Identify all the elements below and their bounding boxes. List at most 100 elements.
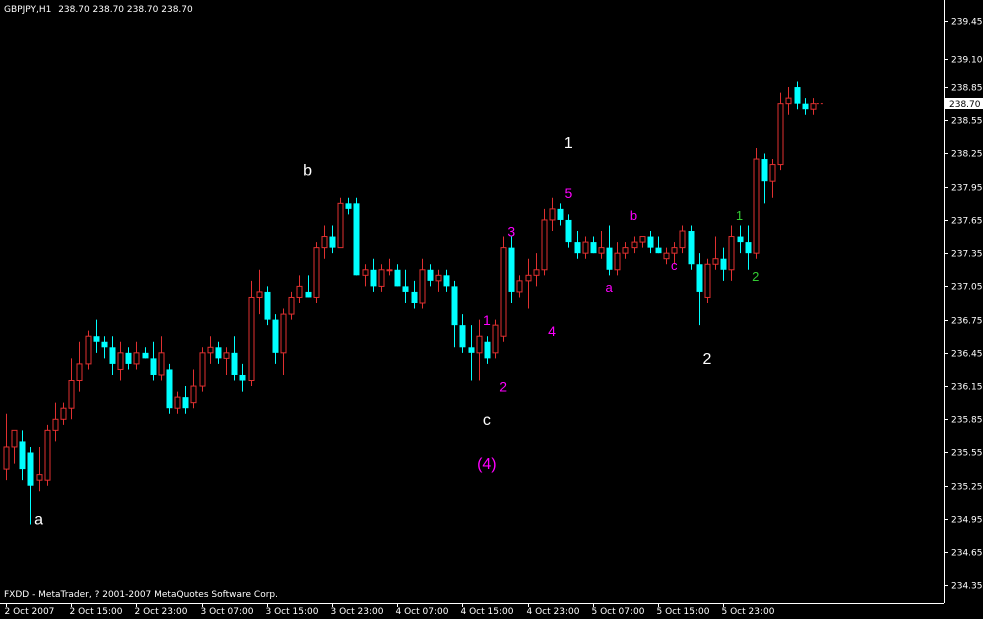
candle-body-bull — [810, 103, 817, 110]
price-tick-label: 238.85 — [951, 84, 983, 94]
candle-body-bull — [639, 236, 646, 243]
time-tick-label: 2 Oct 23:00 — [135, 607, 188, 617]
wave-label: 2 — [702, 351, 711, 368]
candle-body-bull — [492, 324, 499, 354]
candle-body-bear — [484, 341, 491, 359]
candle-body-bear — [590, 242, 597, 254]
candle-body-bull — [362, 269, 369, 276]
candle-body-bull — [3, 446, 10, 470]
candle-body-bull — [476, 335, 483, 354]
candle-body-bull — [728, 236, 735, 271]
candle-body-bull — [631, 241, 638, 249]
price-tick-label: 235.25 — [951, 483, 983, 493]
time-tick-label: 5 Oct 23:00 — [722, 607, 775, 617]
candle-body-bear — [737, 236, 744, 243]
candlestick-chart[interactable]: a b c (4) 1 2 1 2 3 4 5 a b c 1 2 239.45 239.10 238.85 238… — [0, 0, 983, 619]
price-tick-label: 234.35 — [951, 582, 983, 592]
wave-label: a — [605, 280, 613, 295]
candle-body-bull — [223, 352, 230, 359]
candle-body-bear — [394, 269, 401, 287]
candle-body-bear — [606, 247, 613, 270]
candle-body-bull — [533, 269, 540, 276]
price-tick-label: 235.85 — [951, 416, 983, 426]
candle-body-bear — [370, 269, 377, 287]
candle-body-bull — [769, 164, 776, 182]
wave-label: a — [34, 511, 43, 528]
candle — [313, 242, 320, 303]
candle-body-bear — [443, 275, 450, 287]
candle-body-bull — [117, 352, 124, 370]
time-tick-label: 3 Oct 07:00 — [201, 607, 254, 617]
price-tick-label: 237.35 — [951, 250, 983, 260]
price-tick-label: 237.65 — [951, 217, 983, 227]
candle-body-bull — [190, 385, 197, 404]
candle-body-bull — [256, 291, 263, 298]
candle-body-bear — [109, 347, 116, 364]
wave-label: b — [303, 163, 312, 180]
candle — [44, 424, 51, 486]
candle-body-bear — [329, 236, 336, 248]
candle-body-bear — [402, 286, 409, 292]
candle-body-bear — [305, 291, 312, 298]
wave-label: b — [630, 208, 637, 223]
candle-body-bull — [549, 208, 556, 221]
candle-body-bear — [557, 208, 564, 220]
time-tick-label: 2 Oct 2007 — [5, 607, 55, 617]
candle-body-bear — [411, 291, 418, 303]
candle-body-bull — [753, 158, 760, 254]
candle-body-bull — [337, 202, 344, 249]
candle-body-bear — [427, 269, 434, 281]
chart-header: GBPJPY,H1 238.70 238.70 238.70 238.70 — [4, 5, 193, 15]
candle-body-bull — [704, 263, 711, 298]
symbol-label: GBPJPY,H1 — [4, 5, 51, 15]
candle — [353, 197, 360, 276]
candle-body-bull — [296, 285, 303, 298]
candle-body-bull — [68, 380, 75, 409]
candle-body-bear — [27, 452, 34, 486]
price-tick-label: 238.25 — [951, 150, 983, 160]
candle — [500, 236, 507, 342]
candle-body-bull — [598, 247, 605, 254]
candle — [753, 147, 760, 259]
price-tick-label: 237.05 — [951, 283, 983, 293]
price-tick-label: 236.75 — [951, 317, 983, 327]
candle-body-bear — [802, 103, 809, 110]
candle-body-bear — [101, 341, 108, 348]
candle-body-bear — [231, 352, 238, 375]
candle-body-bear — [93, 336, 100, 342]
candle — [264, 286, 271, 326]
candle-body-bear — [182, 397, 189, 409]
candle-body-bull — [614, 252, 621, 271]
candle-body-bull — [207, 346, 214, 354]
price-tick-label: 235.55 — [951, 449, 983, 459]
candle-body-bear — [720, 258, 727, 270]
candle-body-bull — [541, 219, 548, 271]
time-tick-label: 4 Oct 07:00 — [396, 607, 449, 617]
candle-body-bull — [199, 352, 206, 387]
price-tick-label: 239.10 — [951, 56, 983, 66]
candle-body-bull — [386, 269, 393, 272]
candle-body-bull — [44, 429, 51, 481]
time-tick-label: 3 Oct 23:00 — [331, 607, 384, 617]
candle-body-bear — [508, 247, 515, 292]
candle-body-bull — [174, 396, 181, 409]
wave-label: 1 — [483, 312, 491, 328]
candle-body-bull — [52, 418, 59, 431]
candle-body-bull — [582, 241, 589, 254]
candle-body-bull — [777, 103, 784, 166]
candle — [85, 330, 92, 370]
time-tick-label: 3 Oct 15:00 — [266, 607, 319, 617]
candle-body-bear — [272, 319, 279, 353]
candle-body-bear — [696, 264, 703, 292]
candle-body-bull — [679, 230, 686, 249]
price-tick-label: 236.45 — [951, 350, 983, 360]
candle-body-bull — [36, 474, 43, 481]
ohlc-values: 238.70 238.70 238.70 238.70 — [58, 5, 193, 15]
wave-label: 2 — [752, 269, 759, 284]
candle-body-bull — [158, 352, 165, 376]
candle-body-bear — [215, 347, 222, 359]
candle-body-bull — [785, 97, 792, 105]
candle-body-bear — [745, 242, 752, 254]
chart-background — [0, 0, 983, 619]
candle-body-bull — [321, 236, 328, 249]
